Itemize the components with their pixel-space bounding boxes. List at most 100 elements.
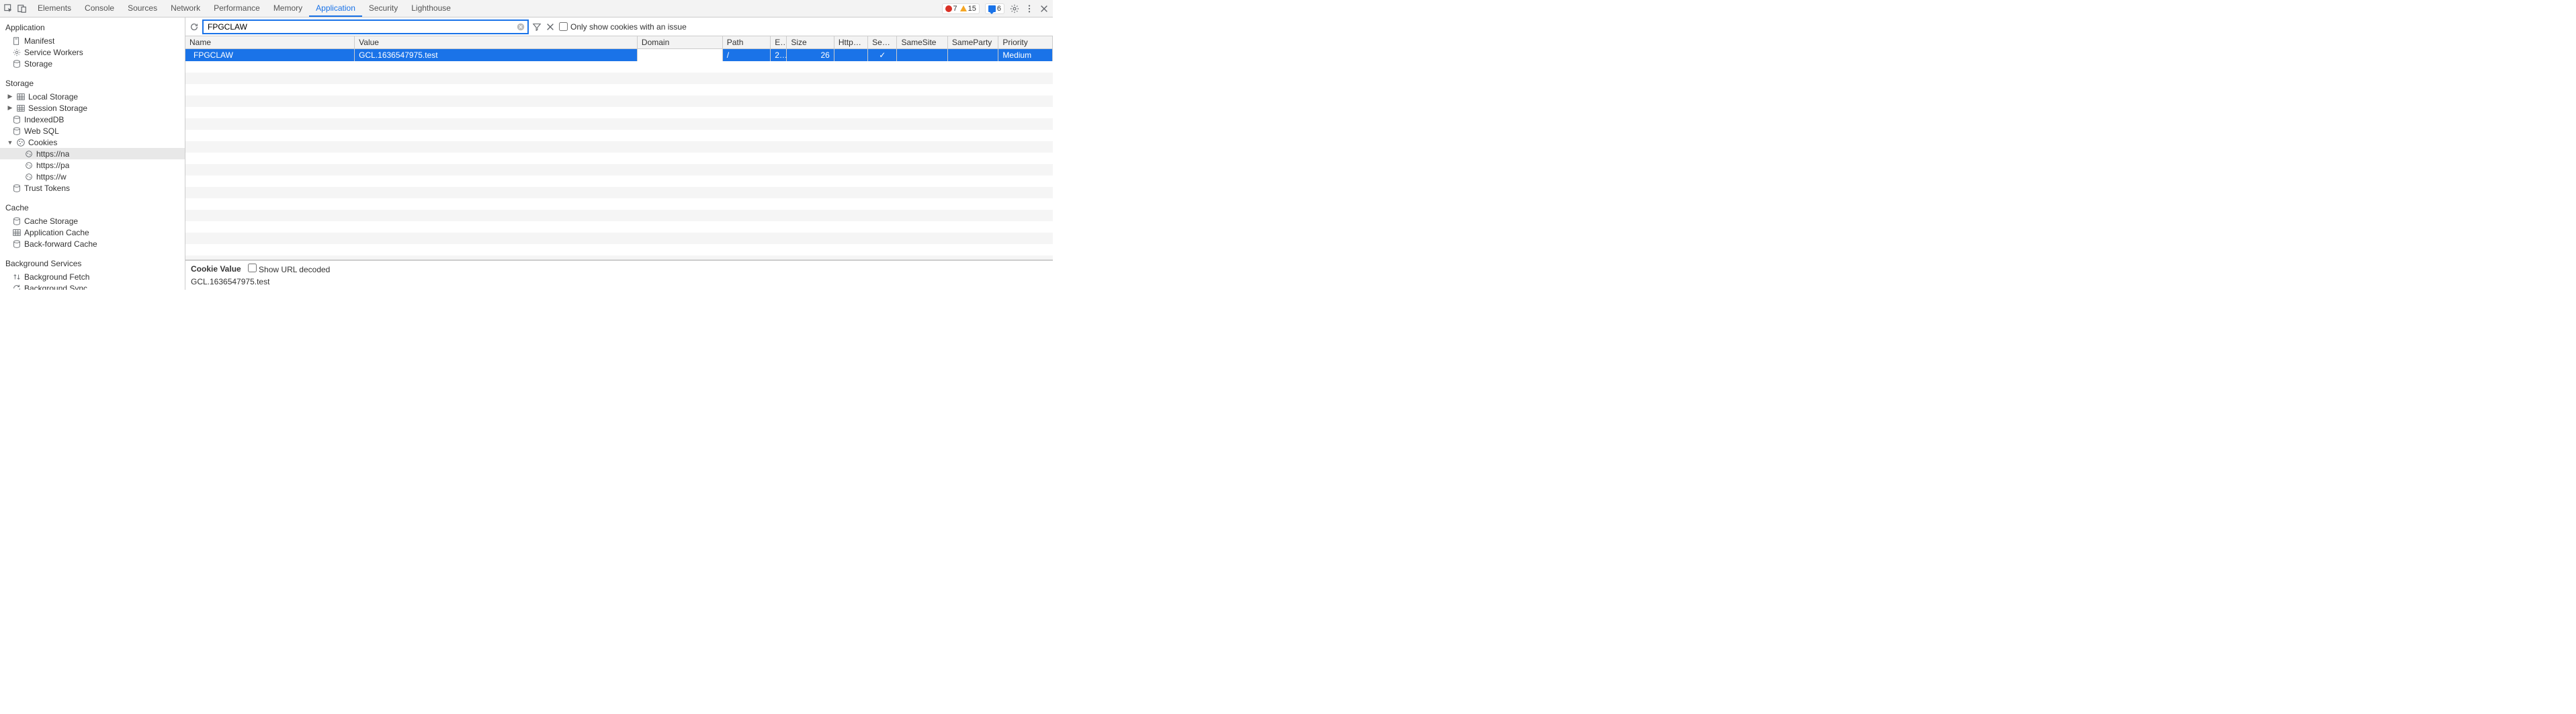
expand-arrow-icon[interactable]: ▶ xyxy=(7,104,13,112)
tab-performance[interactable]: Performance xyxy=(207,0,267,17)
database-icon xyxy=(12,184,22,193)
more-options-icon[interactable] xyxy=(1025,4,1034,13)
col-header-secure[interactable]: Secure xyxy=(868,36,897,49)
table-header-row: Name Value Domain Path E... Size HttpOnl… xyxy=(185,36,1053,49)
filter-input[interactable] xyxy=(203,20,528,34)
gear-icon xyxy=(12,48,22,57)
sidebar-item-indexeddb[interactable]: IndexedDB xyxy=(0,114,185,125)
show-url-decoded-label[interactable]: Show URL decoded xyxy=(248,264,331,274)
cookie-file-icon xyxy=(24,172,34,182)
col-header-expires[interactable]: E... xyxy=(771,36,787,49)
sidebar-item-label: IndexedDB xyxy=(24,115,64,124)
sidebar-item-label: Web SQL xyxy=(24,126,59,136)
sidebar-item-service-workers[interactable]: Service Workers xyxy=(0,46,185,58)
cell-expires: 2... xyxy=(771,49,787,62)
tab-security[interactable]: Security xyxy=(362,0,404,17)
settings-gear-icon[interactable] xyxy=(1010,4,1019,13)
cell-path: / xyxy=(722,49,770,62)
console-messages-badge[interactable]: 6 xyxy=(985,3,1004,14)
cookies-panel: Only show cookies with an issue Name Val… xyxy=(185,17,1053,290)
cookies-table[interactable]: Name Value Domain Path E... Size HttpOnl… xyxy=(185,36,1053,260)
detail-value: GCL.1636547975.test xyxy=(191,277,1047,286)
refresh-icon[interactable] xyxy=(189,22,199,32)
cell-priority: Medium xyxy=(998,49,1053,62)
sidebar-item-cookie-origin[interactable]: https://pa xyxy=(0,159,185,171)
sidebar-item-cookie-origin[interactable]: https://na xyxy=(0,148,185,159)
sidebar-item-trust-tokens[interactable]: Trust Tokens xyxy=(0,182,185,194)
cookie-icon xyxy=(16,138,26,147)
toggle-device-icon[interactable] xyxy=(17,4,27,13)
cell-httponly xyxy=(834,49,867,62)
sidebar-item-cookies[interactable]: ▼ Cookies xyxy=(0,136,185,148)
error-count: 7 xyxy=(953,5,957,13)
updown-icon xyxy=(12,272,22,282)
col-header-name[interactable]: Name xyxy=(185,36,355,49)
tab-console[interactable]: Console xyxy=(78,0,121,17)
col-header-httponly[interactable]: HttpOnly xyxy=(834,36,867,49)
cell-sameparty xyxy=(947,49,998,62)
sidebar-item-cookie-origin[interactable]: https://w xyxy=(0,171,185,182)
sidebar-item-label: Local Storage xyxy=(28,92,78,102)
tab-memory[interactable]: Memory xyxy=(267,0,309,17)
tab-sources[interactable]: Sources xyxy=(121,0,164,17)
cell-name: FPGCLAW xyxy=(185,49,355,62)
sidebar-item-label: Manifest xyxy=(24,36,54,46)
only-issue-label-text: Only show cookies with an issue xyxy=(570,22,687,32)
panel-tabs: Elements Console Sources Network Perform… xyxy=(31,0,458,17)
sidebar-item-application-cache[interactable]: Application Cache xyxy=(0,227,185,238)
sidebar-item-local-storage[interactable]: ▶ Local Storage xyxy=(0,91,185,102)
sidebar-item-label: Background Sync xyxy=(24,284,87,290)
database-icon xyxy=(12,115,22,124)
sidebar-item-label: Cookies xyxy=(28,138,57,147)
cell-samesite xyxy=(897,49,947,62)
sidebar-item-label: Session Storage xyxy=(28,104,87,113)
close-devtools-icon[interactable] xyxy=(1039,4,1049,13)
inspect-element-icon[interactable] xyxy=(4,4,13,13)
col-header-value[interactable]: Value xyxy=(355,36,638,49)
only-issue-checkbox[interactable] xyxy=(559,22,568,31)
clear-all-icon[interactable] xyxy=(546,22,555,32)
database-icon xyxy=(12,126,22,136)
col-header-priority[interactable]: Priority xyxy=(998,36,1053,49)
sidebar-item-background-fetch[interactable]: Background Fetch xyxy=(0,271,185,282)
cell-value: GCL.1636547975.test xyxy=(355,49,638,62)
grid-icon xyxy=(16,104,26,113)
warning-count: 15 xyxy=(968,5,976,13)
sidebar-item-manifest[interactable]: Manifest xyxy=(0,35,185,46)
sidebar-section-storage: Storage xyxy=(0,76,185,91)
col-header-samesite[interactable]: SameSite xyxy=(897,36,947,49)
cookies-toolbar: Only show cookies with an issue xyxy=(185,17,1053,36)
tab-elements[interactable]: Elements xyxy=(31,0,78,17)
col-header-sameparty[interactable]: SameParty xyxy=(947,36,998,49)
sidebar-item-storage[interactable]: Storage xyxy=(0,58,185,69)
table-row-empty xyxy=(185,61,1053,260)
sidebar-item-bf-cache[interactable]: Back-forward Cache xyxy=(0,238,185,249)
cell-domain[interactable] xyxy=(637,49,722,62)
console-issues-badge[interactable]: 7 15 xyxy=(942,3,980,14)
sidebar-item-cache-storage[interactable]: Cache Storage xyxy=(0,215,185,227)
sidebar-item-session-storage[interactable]: ▶ Session Storage xyxy=(0,102,185,114)
col-header-size[interactable]: Size xyxy=(787,36,834,49)
tab-lighthouse[interactable]: Lighthouse xyxy=(404,0,458,17)
clear-filter-icon[interactable] xyxy=(516,22,525,32)
sidebar-item-label: Background Fetch xyxy=(24,272,89,282)
tab-application[interactable]: Application xyxy=(309,0,362,17)
collapse-arrow-icon[interactable]: ▼ xyxy=(7,139,13,146)
database-icon xyxy=(12,59,22,69)
only-issue-checkbox-label[interactable]: Only show cookies with an issue xyxy=(559,22,687,32)
sidebar-section-cache: Cache xyxy=(0,200,185,215)
col-header-domain[interactable]: Domain xyxy=(637,36,722,49)
devtools-tabbar: Elements Console Sources Network Perform… xyxy=(0,0,1053,17)
sidebar-item-label: Cache Storage xyxy=(24,216,78,226)
col-header-path[interactable]: Path xyxy=(722,36,770,49)
sidebar-item-label: https://na xyxy=(36,149,69,159)
grid-icon xyxy=(12,228,22,237)
tab-network[interactable]: Network xyxy=(164,0,207,17)
expand-arrow-icon[interactable]: ▶ xyxy=(7,93,13,100)
sidebar-item-background-sync[interactable]: Background Sync xyxy=(0,282,185,290)
sidebar-item-websql[interactable]: Web SQL xyxy=(0,125,185,136)
table-row[interactable]: FPGCLAW GCL.1636547975.test / 2... 26 ✓ … xyxy=(185,49,1053,62)
show-url-decoded-checkbox[interactable] xyxy=(248,264,257,272)
sidebar-item-label: https://w xyxy=(36,172,67,182)
filter-funnel-icon[interactable] xyxy=(532,22,542,32)
